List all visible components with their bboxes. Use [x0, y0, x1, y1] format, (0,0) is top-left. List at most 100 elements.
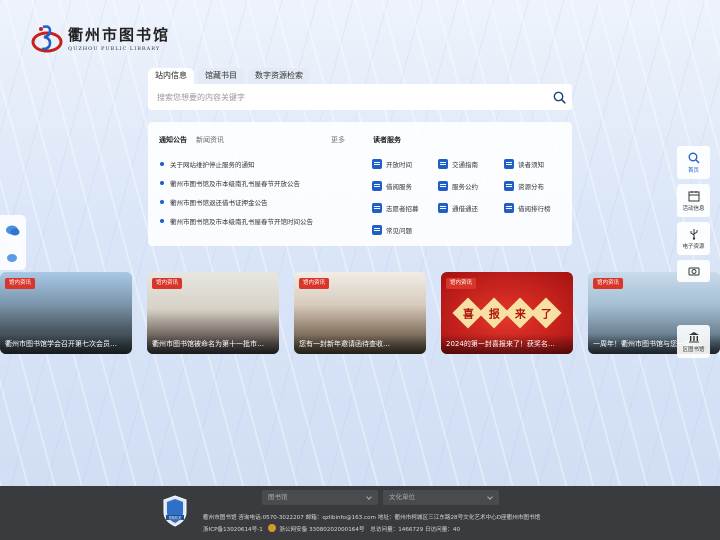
- search-button[interactable]: [546, 84, 572, 110]
- service-label: 开放时间: [386, 161, 412, 169]
- service-traffic-guide[interactable]: 交通指南: [438, 153, 504, 175]
- icp-link[interactable]: 浙ICP备13020614号-1: [203, 527, 263, 533]
- banner-char: 了: [530, 297, 562, 329]
- service-label: 通借通还: [452, 205, 478, 213]
- notice-list: 关于网站维护停止服务的通知 衢州市图书馆及市本级南孔书屋春节开放公告 衢州市图书…: [160, 154, 346, 230]
- svg-text:党政机关: 党政机关: [169, 515, 183, 520]
- side-nav-label: 电子资源: [682, 243, 705, 250]
- site-logo[interactable]: 衢州市图书馆 QUZHOU PUBLIC LIBRARY: [30, 20, 170, 56]
- news-card[interactable]: 馆内资讯 衢州市图书馆被命名为第十一批市…: [147, 272, 279, 354]
- news-card[interactable]: 馆内资讯 您有一封新年邀请函待查收…: [294, 272, 426, 354]
- notice-title: 衢州市图书馆退还借书证押金公告: [170, 198, 268, 207]
- services-title: 读者服务: [373, 136, 401, 144]
- clock-icon: [372, 159, 382, 169]
- tab-catalog[interactable]: 馆藏书目: [198, 68, 244, 84]
- tab-site-info[interactable]: 站内信息: [148, 68, 194, 84]
- notice-title: 衢州市图书馆及市本级南孔书屋春节开馆时间公告: [170, 217, 313, 226]
- search-icon: [688, 152, 699, 163]
- service-ranking[interactable]: 借阅排行榜: [504, 197, 570, 219]
- calendar-icon: [688, 190, 699, 201]
- side-nav: 首页 活动信息 电子资源 区图书馆: [677, 146, 710, 363]
- news-badge: 馆内资讯: [593, 278, 624, 289]
- library-logo-icon: [31, 25, 63, 53]
- banner-char-text: 喜: [462, 307, 474, 320]
- search-tabs: 站内信息 馆藏书目 数字资源检索: [148, 68, 314, 84]
- side-nav-home[interactable]: 首页: [677, 146, 710, 179]
- more-link[interactable]: 更多: [331, 135, 345, 145]
- tab-digital-resources[interactable]: 数字资源检索: [248, 68, 310, 84]
- side-nav-activities[interactable]: 活动信息: [677, 184, 710, 217]
- government-site-badge-icon[interactable]: 党政机关: [163, 495, 187, 527]
- service-label: 交通指南: [452, 161, 478, 169]
- usb-icon: [690, 228, 697, 240]
- notice-item[interactable]: 衢州市图书馆及市本级南孔书屋春节开馆时间公告: [160, 211, 346, 230]
- side-nav-label: 活动信息: [682, 205, 705, 212]
- left-float-bar: [0, 215, 26, 270]
- service-label: 资源分布: [518, 183, 544, 191]
- news-caption: 衢州市图书馆被命名为第十一批市…: [147, 334, 279, 354]
- news-caption: 您有一封新年邀请函待查收…: [294, 334, 426, 354]
- service-label: 借阅服务: [386, 183, 412, 191]
- side-nav-photo[interactable]: [677, 260, 710, 282]
- service-label: 借阅排行榜: [518, 205, 551, 213]
- side-nav-label: 区图书馆: [682, 346, 705, 353]
- person-icon: [372, 203, 382, 213]
- news-card[interactable]: 馆内资讯 衢州市图书馆学会召开第七次会员…: [0, 272, 132, 354]
- camera-icon: [688, 267, 699, 276]
- handshake-icon: [438, 181, 448, 191]
- chat-icon[interactable]: [6, 225, 20, 237]
- exchange-icon: [438, 203, 448, 213]
- service-faq[interactable]: 常见问题: [372, 219, 438, 241]
- news-badge: 馆内资讯: [152, 278, 183, 289]
- service-label: 读者须知: [518, 161, 544, 169]
- side-nav-district-library[interactable]: 区图书馆: [677, 325, 710, 358]
- library-select[interactable]: 图书馆: [262, 490, 378, 505]
- news-carousel: 馆内资讯 衢州市图书馆学会召开第七次会员… 馆内资讯 衢州市图书馆被命名为第十一…: [0, 272, 720, 354]
- search-icon: [553, 91, 566, 104]
- footer-contact: 衢州市图书馆 咨询电话:0570-3022207 邮箱：qzlibinfo@16…: [203, 515, 541, 521]
- service-interlibrary[interactable]: 通借通还: [438, 197, 504, 219]
- search-input[interactable]: [148, 85, 546, 109]
- service-label: 服务公约: [452, 183, 478, 191]
- notice-item[interactable]: 衢州市图书馆退还借书证押金公告: [160, 192, 346, 211]
- banner-char-text: 来: [514, 307, 526, 320]
- logo-english: QUZHOU PUBLIC LIBRARY: [68, 46, 161, 52]
- layers-icon: [504, 181, 514, 191]
- search-bar: [148, 84, 572, 110]
- notice-item[interactable]: 关于网站维护停止服务的通知: [160, 154, 346, 173]
- service-resource-distribution[interactable]: 资源分布: [504, 175, 570, 197]
- banner-char-text: 报: [488, 307, 500, 320]
- service-reader-notice[interactable]: 读者须知: [504, 153, 570, 175]
- site-footer: 党政机关 图书馆 文化单位 衢州市图书馆 咨询电话:0570-3022207 邮…: [0, 486, 720, 540]
- culture-unit-select[interactable]: 文化单位: [383, 490, 499, 505]
- footer-meta: 浙ICP备13020614号-1 浙公网安备 33080202000164号 总…: [203, 524, 460, 533]
- bullet-icon: [160, 180, 164, 185]
- police-badge-icon: [267, 524, 276, 532]
- library-building-icon: [688, 331, 699, 342]
- news-card[interactable]: 馆内资讯 喜 报 来 了 2024的第一封喜报来了！获奖名…: [441, 272, 573, 354]
- police-record-link[interactable]: 浙公网安备 33080202000164号: [279, 527, 364, 533]
- banner-char-text: 了: [540, 307, 552, 320]
- logo-name: 衢州市图书馆: [68, 26, 171, 44]
- service-label: 常见问题: [386, 227, 412, 235]
- side-nav-label: 首页: [687, 167, 699, 174]
- side-nav-e-resources[interactable]: 电子资源: [677, 222, 710, 255]
- ranking-icon: [504, 203, 514, 213]
- wechat-icon[interactable]: [7, 253, 19, 263]
- service-label: 志愿者招募: [386, 205, 419, 213]
- tab-news[interactable]: 新闻资讯: [196, 135, 224, 145]
- info-panel: 通知公告 新闻资讯 更多 关于网站维护停止服务的通知 衢州市图书馆及市本级南孔书…: [148, 122, 572, 246]
- news-caption: 衢州市图书馆学会召开第七次会员…: [0, 334, 132, 354]
- service-opening-hours[interactable]: 开放时间: [372, 153, 438, 175]
- news-caption: 2024的第一封喜报来了！获奖名…: [441, 334, 573, 354]
- bullet-icon: [160, 199, 164, 204]
- book-icon: [372, 181, 382, 191]
- services-grid: 开放时间 交通指南 读者须知 借阅服务 服务公约 资源分布 志愿者招募 通借通还…: [372, 153, 572, 241]
- service-convention[interactable]: 服务公约: [438, 175, 504, 197]
- notice-title: 衢州市图书馆及市本级南孔书屋春节开放公告: [170, 179, 300, 188]
- service-volunteers[interactable]: 志愿者招募: [372, 197, 438, 219]
- news-badge: 馆内资讯: [299, 278, 330, 289]
- tab-notices[interactable]: 通知公告: [159, 135, 187, 145]
- notice-item[interactable]: 衢州市图书馆及市本级南孔书屋春节开放公告: [160, 173, 346, 192]
- service-borrowing[interactable]: 借阅服务: [372, 175, 438, 197]
